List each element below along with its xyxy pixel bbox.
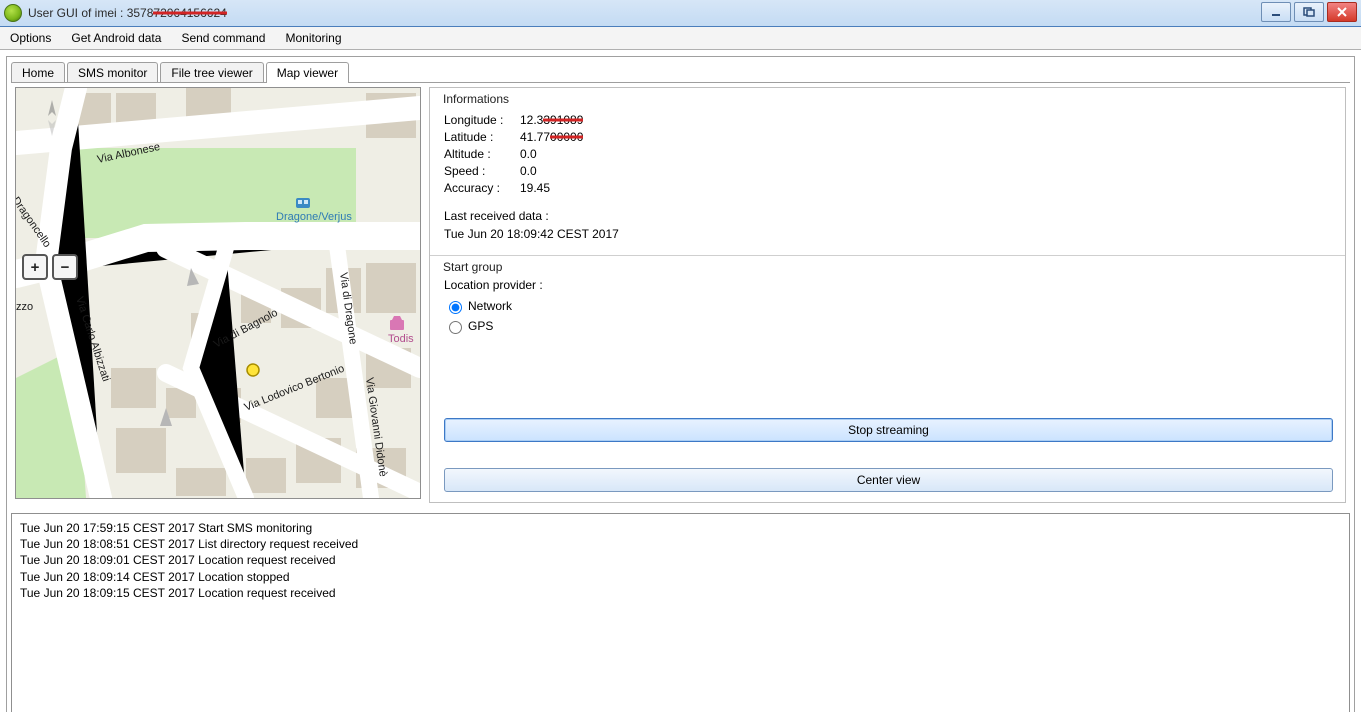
speed-value: 0.0 [520, 164, 537, 178]
altitude-label: Altitude : [444, 147, 516, 161]
menu-get-android-data[interactable]: Get Android data [65, 29, 167, 47]
radio-gps[interactable] [449, 321, 462, 334]
menu-send-command[interactable]: Send command [175, 29, 271, 47]
poi-shop-label: Todis [388, 333, 414, 345]
longitude-value: 12.3391089 [520, 113, 583, 127]
window-title: User GUI of imei : 357872064156624 [28, 6, 227, 20]
latitude-value: 41.7700000 [520, 130, 583, 144]
tab-strip: Home SMS monitor File tree viewer Map vi… [7, 57, 1354, 82]
latitude-label: Latitude : [444, 130, 516, 144]
zoom-out-button[interactable]: − [52, 254, 78, 280]
zoom-controls: + − [22, 254, 78, 280]
titlebar: User GUI of imei : 357872064156624 [0, 0, 1361, 27]
close-icon [1336, 7, 1348, 17]
maximize-button[interactable] [1294, 2, 1324, 22]
window-controls [1261, 2, 1357, 22]
log-line: Tue Jun 20 18:09:15 CEST 2017 Location r… [20, 585, 1341, 601]
log-line: Tue Jun 20 18:09:01 CEST 2017 Location r… [20, 552, 1341, 568]
window-title-prefix: User GUI of imei : [28, 6, 127, 20]
map-panel[interactable]: Dragone/Verjus Todis Via Albonese Dragon… [15, 87, 421, 499]
tab-sms-monitor[interactable]: SMS monitor [67, 62, 158, 83]
longitude-label: Longitude : [444, 113, 516, 127]
speed-label: Speed : [444, 164, 516, 178]
app-icon [4, 4, 22, 22]
radio-network[interactable] [449, 301, 462, 314]
accuracy-label: Accuracy : [444, 181, 516, 195]
log-line: Tue Jun 20 18:08:51 CEST 2017 List direc… [20, 536, 1341, 552]
log-line: Tue Jun 20 18:09:14 CEST 2017 Location s… [20, 569, 1341, 585]
poi-bus-label: Dragone/Verjus [276, 211, 352, 223]
content-frame: Home SMS monitor File tree viewer Map vi… [6, 56, 1355, 712]
menubar: Options Get Android data Send command Mo… [0, 27, 1361, 50]
minimize-button[interactable] [1261, 2, 1291, 22]
start-group: Start group Location provider : Network … [430, 255, 1345, 352]
radio-gps-label: GPS [468, 319, 493, 333]
menu-monitoring[interactable]: Monitoring [279, 29, 347, 47]
close-button[interactable] [1327, 2, 1357, 22]
map-canvas: Dragone/Verjus Todis Via Albonese Dragon… [16, 88, 420, 498]
window-imei-redacted: 72064156624 [153, 6, 226, 20]
informations-legend: Informations [440, 92, 512, 106]
svg-text:zzo: zzo [16, 301, 33, 313]
log-line: Tue Jun 20 17:59:15 CEST 2017 Start SMS … [20, 520, 1341, 536]
last-received-value: Tue Jun 20 18:09:42 CEST 2017 [444, 227, 1331, 241]
tab-file-tree-viewer[interactable]: File tree viewer [160, 62, 263, 83]
zoom-in-button[interactable]: + [22, 254, 48, 280]
stop-streaming-button[interactable]: Stop streaming [444, 418, 1333, 442]
radio-network-row[interactable]: Network [444, 298, 1331, 314]
start-group-legend: Start group [440, 260, 505, 274]
location-provider-label: Location provider : [444, 278, 1331, 292]
location-marker-icon [247, 364, 259, 376]
center-view-button[interactable]: Center view [444, 468, 1333, 492]
radio-gps-row[interactable]: GPS [444, 318, 1331, 334]
last-received-label: Last received data : [444, 209, 1331, 223]
radio-network-label: Network [468, 299, 512, 313]
tab-home[interactable]: Home [11, 62, 65, 83]
log-panel[interactable]: Tue Jun 20 17:59:15 CEST 2017 Start SMS … [11, 513, 1350, 712]
window-imei-visible: 3578 [127, 6, 154, 20]
altitude-value: 0.0 [520, 147, 537, 161]
minimize-icon [1270, 7, 1282, 17]
north-arrow-icon [42, 98, 62, 138]
tab-map-viewer[interactable]: Map viewer [266, 62, 349, 83]
tab-body: Dragone/Verjus Todis Via Albonese Dragon… [11, 82, 1350, 507]
informations-group: Informations Longitude : 12.3391089 Lati… [430, 88, 1345, 255]
accuracy-value: 19.45 [520, 181, 550, 195]
maximize-icon [1303, 7, 1315, 17]
info-panel: Informations Longitude : 12.3391089 Lati… [429, 87, 1346, 503]
menu-options[interactable]: Options [4, 29, 57, 47]
